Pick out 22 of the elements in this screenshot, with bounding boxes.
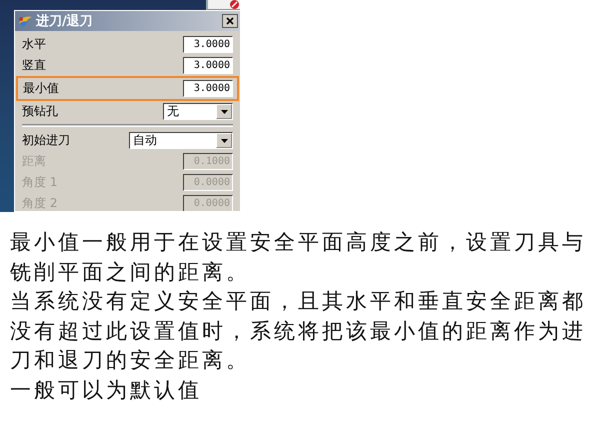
- dialog-title: 进刀/退刀: [36, 12, 94, 30]
- close-icon: [226, 17, 234, 25]
- number-field[interactable]: 3.0000: [183, 36, 233, 53]
- field-label: 距离: [22, 153, 46, 170]
- caret-icon: [220, 110, 228, 114]
- close-button[interactable]: [222, 14, 238, 28]
- field-label: 初始进刀: [22, 132, 70, 149]
- paragraph: 一般可以为默认值: [10, 376, 203, 404]
- dropdown[interactable]: 自动: [129, 132, 233, 149]
- paragraph: 当系统没有定义安全平面，且其水平和垂直安全距离都没有超过此设置值时，系统将把该最小值的距离作为进刀和退刀的安全距离。: [10, 288, 587, 374]
- field-label: 角度 1: [22, 174, 58, 191]
- field-label: 最小值: [23, 80, 59, 97]
- app-logo-icon: [18, 14, 33, 28]
- caret-icon: [220, 138, 228, 142]
- field-label: 角度 2: [22, 195, 58, 211]
- number-field[interactable]: 3.0000: [183, 80, 233, 97]
- field-label: 预钻孔: [22, 103, 58, 120]
- paragraph: 最小值一般用于在设置安全平面高度之前，设置刀具与铣削平面之间的距离。: [10, 229, 587, 286]
- number-field[interactable]: 3.0000: [183, 57, 233, 74]
- field-label: 水平: [22, 36, 46, 53]
- dropdown[interactable]: 无: [163, 103, 233, 120]
- field-label: 竖直: [22, 57, 46, 74]
